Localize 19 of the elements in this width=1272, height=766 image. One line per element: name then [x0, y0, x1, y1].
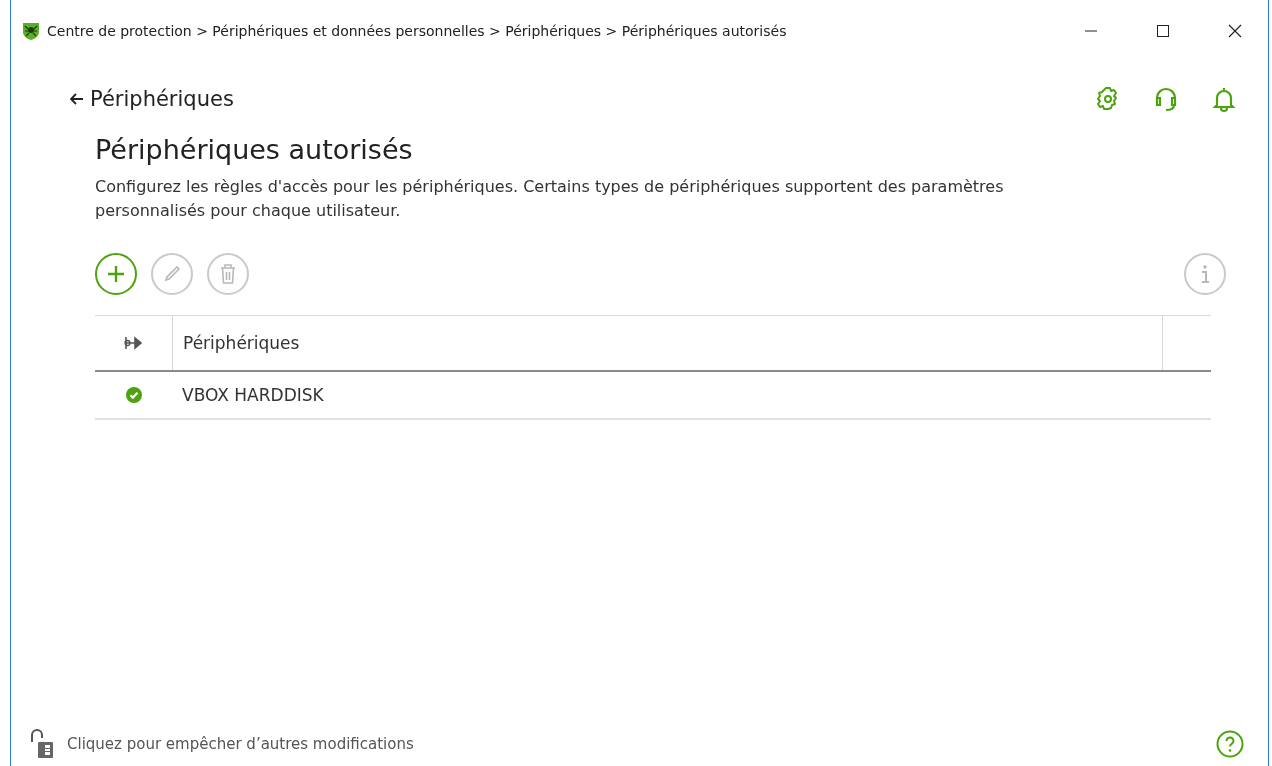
help-button[interactable]: [1214, 728, 1246, 760]
back-link[interactable]: Périphériques: [70, 87, 234, 111]
spider-shield-logo: [21, 21, 41, 41]
connection-arrow-icon: [123, 336, 144, 350]
trash-icon: [218, 263, 238, 285]
page-description: Configurez les règles d'accès pour les périphériques. Certains types de périphériques supportent des paramètres personnalisés pour chaque utilisateur.: [95, 176, 1005, 222]
table-cell-text: VBOX HARDDISK: [181, 385, 324, 405]
page-heading: Périphériques autorisés: [95, 134, 414, 165]
lock-toggle[interactable]: Cliquez pour empêcher d’autres modifications: [29, 729, 414, 759]
close-icon: [1227, 23, 1243, 39]
column-header[interactable]: Périphériques: [173, 316, 1163, 370]
plus-icon: [106, 264, 126, 284]
open-padlock-icon: [29, 729, 55, 759]
back-arrow-icon: [70, 93, 84, 105]
maximize-icon: [1156, 24, 1170, 38]
window-title: Centre de protection > Périphériques et données personnelles > Périphériques > Périphériques autorisés: [47, 23, 788, 39]
pencil-icon: [162, 264, 182, 284]
info-button[interactable]: [1184, 253, 1226, 295]
add-button[interactable]: [95, 253, 137, 295]
